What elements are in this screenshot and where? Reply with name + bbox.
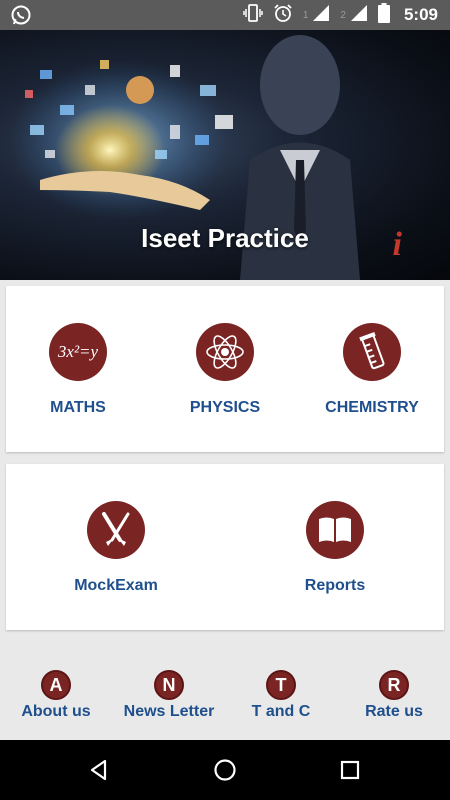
subjects-card: 3x²=y MATHS PHYSICS CHEMISTRY (6, 286, 444, 452)
letter-a-icon: A (41, 670, 71, 700)
maths-label: MATHS (50, 399, 106, 416)
about-us-link[interactable]: A About us (18, 670, 94, 721)
equation-icon: 3x²=y (49, 323, 107, 381)
status-bar: 1 2 5:09 (0, 0, 450, 30)
tools-card: MockExam Reports (6, 464, 444, 630)
rate-us-label: Rate us (365, 703, 423, 720)
home-button[interactable] (210, 755, 240, 785)
home-icon (214, 759, 236, 781)
navigation-bar (0, 740, 450, 800)
brushes-icon (87, 501, 145, 559)
info-button[interactable]: i (393, 226, 402, 264)
whatsapp-icon (10, 4, 32, 31)
about-us-label: About us (21, 703, 91, 720)
rate-us-link[interactable]: R Rate us (360, 670, 428, 721)
chemistry-label: CHEMISTRY (325, 399, 419, 416)
recents-icon (340, 760, 360, 780)
physics-label: PHYSICS (189, 399, 261, 416)
status-time: 5:09 (403, 5, 438, 24)
equation-icon-text: 3x²=y (57, 342, 99, 361)
physics-tile[interactable]: PHYSICS (178, 323, 272, 417)
sim2-label: 2 (340, 9, 346, 21)
reports-tile[interactable]: Reports (288, 501, 382, 595)
chemistry-tile[interactable]: CHEMISTRY (322, 323, 422, 417)
book-icon (306, 501, 364, 559)
back-icon (90, 759, 107, 781)
vibrate-icon (243, 3, 263, 27)
alarm-icon (273, 3, 293, 28)
signal-icon (350, 4, 368, 27)
letter-t-icon: T (266, 670, 296, 700)
reports-label: Reports (304, 577, 366, 594)
test-tube-icon (343, 323, 401, 381)
app-title: Iseet Practice (141, 223, 309, 253)
atom-icon (196, 323, 254, 381)
news-letter-link[interactable]: N News Letter (119, 670, 219, 721)
mockexam-label: MockExam (74, 577, 158, 594)
back-button[interactable] (84, 755, 114, 785)
maths-tile[interactable]: 3x²=y MATHS (36, 323, 120, 417)
recents-button[interactable] (335, 755, 365, 785)
battery-icon (377, 2, 390, 28)
terms-link[interactable]: T T and C (246, 670, 316, 721)
signal-icon (312, 4, 330, 27)
bottom-links: A About us N News Letter T T and C R Rat… (0, 630, 450, 740)
letter-r-icon: R (379, 670, 409, 700)
news-letter-label: News Letter (123, 703, 215, 720)
mockexam-tile[interactable]: MockExam (66, 501, 166, 595)
sim1-label: 1 (302, 9, 309, 21)
terms-label: T and C (251, 703, 311, 720)
header-banner: Iseet Practice i (0, 30, 450, 280)
letter-n-icon: N (154, 670, 184, 700)
